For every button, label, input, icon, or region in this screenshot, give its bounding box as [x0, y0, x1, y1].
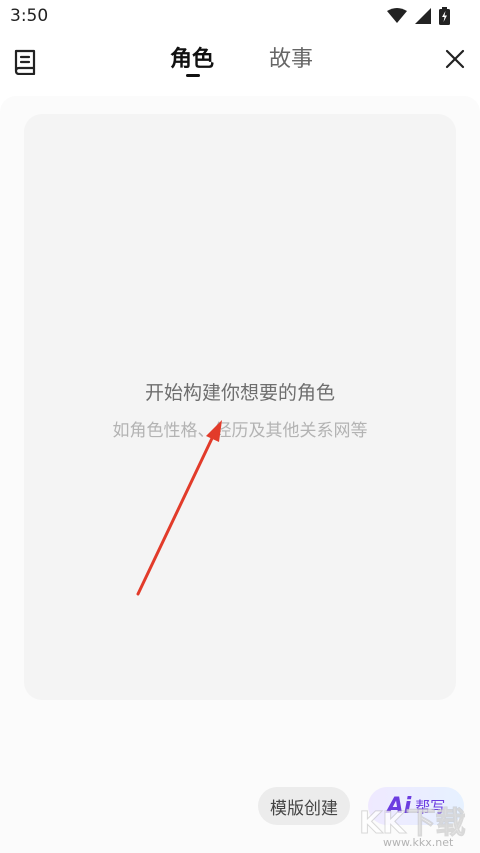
- status-time: 3:50: [10, 6, 49, 26]
- header: 角色 故事: [0, 34, 480, 86]
- tab-story[interactable]: 故事: [269, 41, 313, 73]
- status-bar: 3:50: [0, 0, 480, 34]
- tab-active-indicator: [186, 74, 200, 77]
- wifi-icon: [387, 8, 407, 23]
- template-create-button[interactable]: 模版创建: [258, 787, 350, 825]
- tab-character[interactable]: 角色: [170, 41, 214, 73]
- ai-logo: Ai: [386, 793, 412, 819]
- tab-bar: 角色 故事: [0, 34, 480, 86]
- status-icons: [387, 7, 450, 25]
- empty-state-subtitle: 如角色性格、经历及其他关系网等: [112, 421, 368, 441]
- empty-state-title: 开始构建你想要的角色: [144, 382, 335, 404]
- battery-charging-icon: [439, 7, 450, 25]
- close-icon: [445, 49, 465, 69]
- character-input-card[interactable]: [24, 114, 456, 700]
- ai-write-label: 帮写: [415, 797, 446, 816]
- ai-write-button[interactable]: Ai 帮写: [368, 787, 464, 825]
- close-button[interactable]: [442, 46, 468, 72]
- cellular-signal-icon: [415, 8, 431, 24]
- template-create-label: 模版创建: [270, 798, 338, 819]
